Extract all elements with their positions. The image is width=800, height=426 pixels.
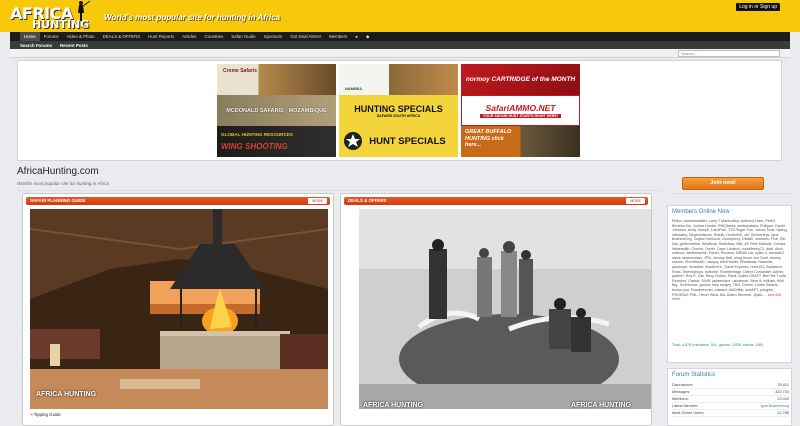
stat-value: 23,430 xyxy=(777,397,789,401)
latest-member-link[interactable]: Igns Boshmenng xyxy=(761,403,790,410)
stat-row-messages: Messages: 322,734 xyxy=(672,389,789,396)
star-badge-icon xyxy=(344,132,362,150)
stat-label: Most Online Users: xyxy=(672,411,705,415)
forum-statistics-title: Forum Statistics xyxy=(672,372,716,378)
ad-safari-ammo-sub: YOUR SAFARI HUNT STARTS RIGHT HERE! xyxy=(479,114,561,118)
ad-hunting-specials[interactable]: HUNTING SPECIALS SAFARIS SOUTH AFRICA xyxy=(339,95,458,126)
more-button[interactable]: MORE xyxy=(308,198,327,204)
lodge-fireplace-photo[interactable]: AFRICA HUNTING xyxy=(30,209,328,409)
ad-mcdonald-safaris-text: MCDONALD SAFARIS · MOZAMBIQUE xyxy=(226,107,327,114)
nav-item-articles[interactable]: Articles xyxy=(178,32,200,41)
ad-hunting-specials-text: HUNTING SPECIALS xyxy=(354,103,443,114)
nav-item-safari-guide[interactable]: Safari Guide xyxy=(227,32,259,41)
online-member-names[interactable]: Rhino, sambarstalker, Larry T Marinofsky… xyxy=(672,219,788,297)
nav-item-countries[interactable]: Countries xyxy=(200,32,227,41)
nav-item-home[interactable]: Home xyxy=(20,32,40,41)
search-bar: Search... xyxy=(10,49,790,58)
nav-item-members[interactable]: Members xyxy=(325,32,351,41)
logo-line-3: .com xyxy=(80,25,87,29)
ad-great-buffalo-hunting[interactable]: GREAT BUFFALO HUNTING click here... xyxy=(461,126,580,157)
ad-wing-shooting-text: WING SHOOTING xyxy=(221,142,288,151)
members-online-list: Rhino, sambarstalker, Larry T Marinofsky… xyxy=(672,219,789,302)
stat-row-discussions: Discussions: 20,811 xyxy=(672,382,789,389)
ad-hunting-specials-sub: SAFARIS SOUTH AFRICA xyxy=(376,113,421,118)
lodge-fireplace-image xyxy=(30,209,328,409)
sub-navigation: Search Forums Recent Posts xyxy=(10,41,790,49)
ad-safari-ammo[interactable]: SafariAMMO.NET YOUR SAFARI HUNT STARTS R… xyxy=(461,95,580,126)
ad-crome-safaris-text: Crome Safaris xyxy=(223,68,257,74)
search-input[interactable]: Search... xyxy=(678,50,780,57)
online-total: Total: 4,678 (members: 541, guests: 3,83… xyxy=(672,343,763,347)
panel-title: DEALS & OFFERS xyxy=(348,198,387,203)
sidebar-divider xyxy=(668,193,792,194)
ad-crome-safaris[interactable]: Crome Safaris xyxy=(217,64,336,95)
stat-value: 322,734 xyxy=(775,390,789,394)
nav-item-video-photo[interactable]: Video & Photo xyxy=(63,32,99,41)
nav-item-hunt-reports[interactable]: Hunt Reports xyxy=(144,32,178,41)
ad-global-hunting-resources[interactable]: GLOBAL HUNTING RESOURCES WING SHOOTING xyxy=(217,126,336,157)
members-online-box: Members Online Now Rhino, sambarstalker,… xyxy=(667,205,792,363)
ad-namibia-text: NAMIBIA xyxy=(345,86,363,91)
nav-item-forums[interactable]: Forums xyxy=(40,32,63,41)
members-online-title[interactable]: Members Online Now xyxy=(672,209,730,215)
subnav-recent-posts[interactable]: Recent Posts xyxy=(56,43,92,48)
nav-item-deal-alerts[interactable]: Got Deal Alerts! xyxy=(286,32,325,41)
page-subtitle: World's most popular site for hunting in… xyxy=(17,181,110,186)
ad-hunt-specials[interactable]: HUNT SPECIALS xyxy=(339,126,458,157)
page-title: AfricaHunting.com xyxy=(17,166,99,177)
vintage-elephant-hunt-photo[interactable]: AFRICA HUNTING AFRICA HUNTING xyxy=(359,209,651,409)
subnav-search-forums[interactable]: Search Forums xyxy=(16,43,56,48)
stat-row-most-online: Most Online Users: 22,785 xyxy=(672,410,789,417)
stat-label: Latest Member: xyxy=(672,404,699,408)
list-item[interactable]: ▪ Tipping Guide xyxy=(31,412,61,417)
ad-hunt-specials-text: HUNT SPECIALS xyxy=(369,135,446,147)
site-header: AFRICA HUNTING .com World's most popular… xyxy=(0,0,800,32)
main-navigation: Home Forums Video & Photo DEALS & OFFERS… xyxy=(10,32,790,41)
login-signup-button[interactable]: Log in or Sign up xyxy=(736,3,780,11)
ad-cartridge-month[interactable]: normoy CARTRIDGE of the MONTH xyxy=(461,64,580,95)
sponsor-ad-panel: Crome Safaris NAMIBIA normoy CARTRIDGE o… xyxy=(17,60,782,161)
ad-global-hunting-text: GLOBAL HUNTING RESOURCES xyxy=(221,132,293,137)
stat-label: Messages: xyxy=(672,390,691,394)
ad-namibia[interactable]: NAMIBIA xyxy=(339,64,458,95)
panel-title: SAFARI PLANNING GUIDE xyxy=(30,198,86,203)
photo-watermark-left: AFRICA HUNTING xyxy=(363,402,424,409)
stat-value: 22,785 xyxy=(777,411,789,415)
content-divider xyxy=(17,190,663,191)
photo-watermark-right: AFRICA HUNTING xyxy=(571,402,632,409)
nav-item-sponsors[interactable]: Sponsors xyxy=(260,32,287,41)
deals-offers-panel: DEALS & OFFERS MORE AFRICA HUNTING AFRIC… xyxy=(340,193,652,426)
forum-statistics-box: Forum Statistics Discussions: 20,811 Mes… xyxy=(667,368,792,426)
ad-cartridge-month-text: normoy CARTRIDGE of the MONTH xyxy=(465,76,576,83)
stat-label: Discussions: xyxy=(672,383,694,387)
more-button[interactable]: MORE xyxy=(626,198,645,204)
stat-value: 20,811 xyxy=(777,383,789,387)
list-item-label: Tipping Guide xyxy=(33,412,61,417)
ad-mcdonald-safaris[interactable]: MCDONALD SAFARIS · MOZAMBIQUE xyxy=(217,95,336,126)
photo-watermark: AFRICA HUNTING xyxy=(36,391,97,398)
safari-planning-guide-panel: SAFARI PLANNING GUIDE MORE AFRICA HUNTIN… xyxy=(22,193,334,426)
safari-guide-list: ▪ Tipping Guide xyxy=(31,412,61,417)
ad-safari-ammo-text: SafariAMMO.NET xyxy=(485,103,556,113)
vintage-hunters-image xyxy=(359,209,651,409)
nav-extra-icon-1[interactable]: ● xyxy=(351,32,362,41)
nav-item-deals[interactable]: DEALS & OFFERS xyxy=(99,32,145,41)
ad-great-buffalo-text: GREAT BUFFALO HUNTING click here... xyxy=(465,129,512,148)
panel-header: SAFARI PLANNING GUIDE MORE xyxy=(26,197,330,205)
stat-label: Members: xyxy=(672,397,689,401)
panel-header: DEALS & OFFERS MORE xyxy=(344,197,648,205)
stat-row-latest-member: Latest Member: Igns Boshmenng xyxy=(672,403,789,410)
join-now-button[interactable]: Join now! xyxy=(682,177,764,190)
site-tagline: World's most popular site for hunting in… xyxy=(104,13,281,22)
nav-extra-icon-2[interactable]: ◆ xyxy=(362,32,373,41)
stat-row-members: Members: 23,430 xyxy=(672,396,789,403)
hunter-silhouette-icon xyxy=(78,0,91,21)
